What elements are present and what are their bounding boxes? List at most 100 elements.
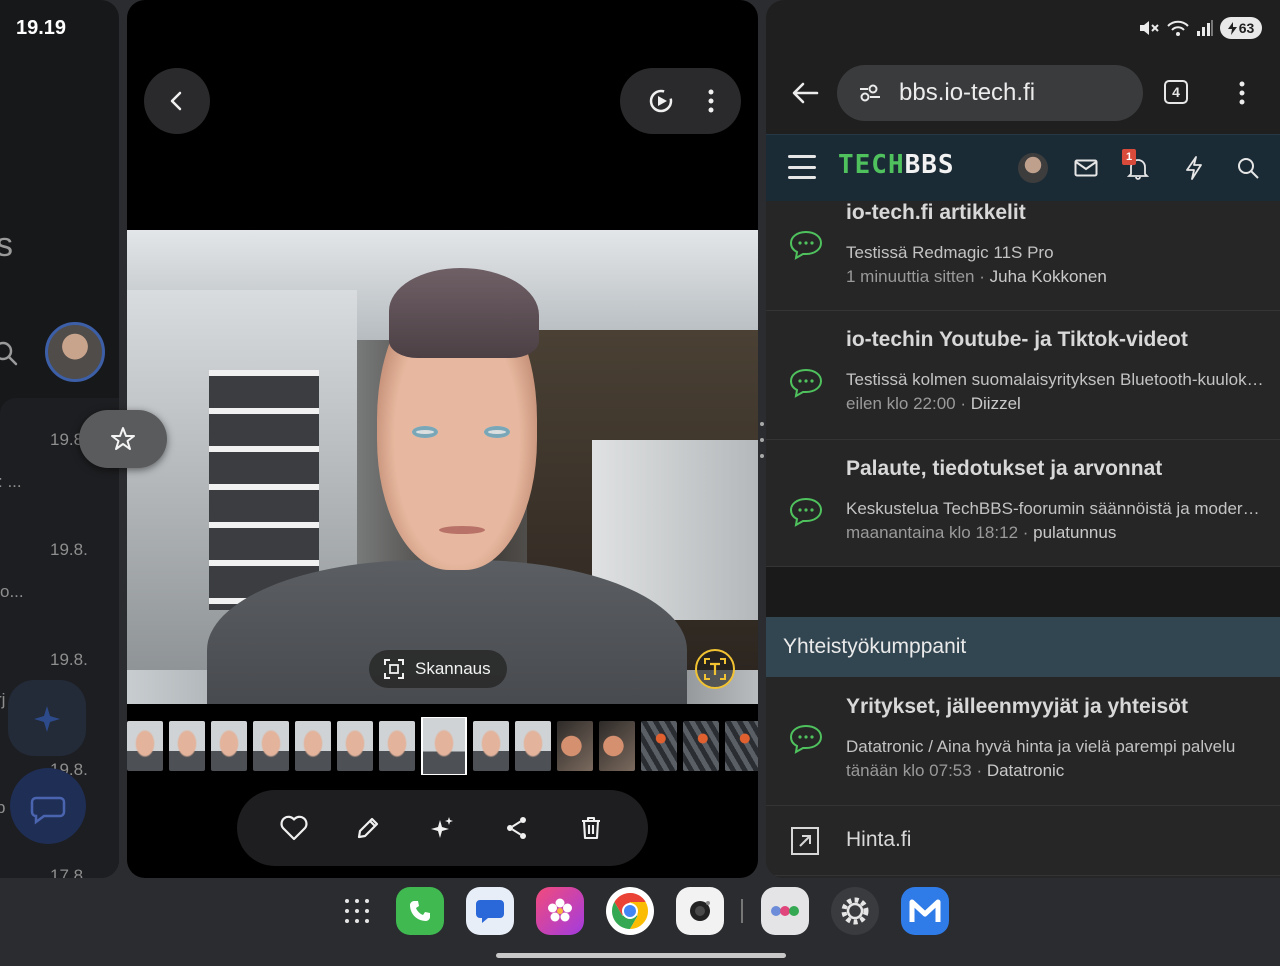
- photo-thumbnail[interactable]: [211, 721, 247, 771]
- external-link-icon: [791, 827, 819, 855]
- text-recognition-button[interactable]: [695, 649, 735, 689]
- status-time: 19.19: [16, 17, 67, 39]
- camera-app-icon[interactable]: [676, 887, 724, 935]
- forum-latest-thread[interactable]: Datatronic / Aina hyvä hinta ja vielä pa…: [846, 737, 1264, 757]
- app-drawer-icon[interactable]: [345, 899, 371, 925]
- category-title[interactable]: Yhteistyökumppanit: [783, 635, 966, 659]
- photo-thumbnail[interactable]: [473, 721, 509, 771]
- photo-thumbnail[interactable]: [421, 717, 467, 775]
- list-date: 19.8.: [50, 650, 88, 669]
- forum-node[interactable]: Palaute, tiedotukset ja arvonnat Keskust…: [766, 440, 1280, 567]
- user-avatar[interactable]: [1018, 153, 1048, 183]
- split-view-handle[interactable]: [759, 422, 764, 458]
- photo-thumbnail[interactable]: [337, 721, 373, 771]
- forum-node[interactable]: io-tech.fi artikkelit Testissä Redmagic …: [766, 201, 1280, 311]
- compose-chat-button[interactable]: [10, 768, 86, 844]
- more-options-icon[interactable]: [707, 88, 715, 114]
- search-icon[interactable]: [0, 340, 18, 366]
- phone-app-icon[interactable]: [396, 887, 444, 935]
- chat-bubble-icon: [789, 230, 823, 260]
- ai-edit-button[interactable]: [422, 808, 462, 848]
- text-recognition-icon: [704, 658, 726, 680]
- favorite-floating-button[interactable]: [79, 410, 167, 468]
- forum-latest-thread[interactable]: Keskustelua TechBBS-foorumin säännöistä …: [846, 499, 1264, 519]
- thumbnail-strip[interactable]: [127, 717, 758, 775]
- forum-latest-thread[interactable]: Testissä Redmagic 11S Pro: [846, 243, 1264, 263]
- link-forum-row[interactable]: Hinta.fi: [766, 806, 1280, 876]
- tab-switcher-button[interactable]: 4: [1164, 80, 1188, 104]
- home-indicator[interactable]: [496, 953, 786, 958]
- photo-thumbnail[interactable]: [599, 721, 635, 771]
- scan-button[interactable]: Skannaus: [369, 650, 507, 688]
- forum-title[interactable]: Palaute, tiedotukset ja arvonnat: [846, 457, 1280, 481]
- dock-separator: [741, 899, 743, 923]
- photo-thumbnail[interactable]: [127, 721, 163, 771]
- edit-button[interactable]: [348, 808, 388, 848]
- edit-icon: [358, 817, 379, 839]
- list-date: 17.8.: [50, 866, 88, 878]
- charging-icon: [1227, 21, 1237, 35]
- forum-node[interactable]: io-techin Youtube- ja Tiktok-videot Test…: [766, 311, 1280, 440]
- back-button[interactable]: [144, 68, 210, 134]
- messages-app-icon[interactable]: [466, 887, 514, 935]
- forum-list: io-tech.fi artikkelit Testissä Redmagic …: [766, 201, 1280, 878]
- site-header: TECHBBS: [766, 134, 1280, 201]
- photo-thumbnail[interactable]: [683, 721, 719, 771]
- forum-latest-thread[interactable]: Testissä kolmen suomalaisyrityksen Bluet…: [846, 370, 1264, 390]
- photo-thumbnail[interactable]: [253, 721, 289, 771]
- photo-top-actions: [620, 68, 741, 134]
- photo-thumbnail[interactable]: [295, 721, 331, 771]
- gemini-button[interactable]: [8, 680, 86, 756]
- list-snippet: o...: [0, 582, 24, 601]
- delete-button[interactable]: [571, 808, 611, 848]
- browser-back-button[interactable]: [786, 74, 824, 112]
- photo-thumbnail[interactable]: [169, 721, 205, 771]
- forum-title[interactable]: Yritykset, jälleenmyyjät ja yhteisöt: [846, 695, 1280, 719]
- address-bar[interactable]: bbs.io-tech.fi: [837, 65, 1143, 121]
- forum-title[interactable]: io-techin Youtube- ja Tiktok-videot: [846, 328, 1280, 352]
- battery-level: 63: [1238, 20, 1255, 36]
- url-text: bbs.io-tech.fi: [899, 79, 1036, 106]
- forum-latest-author[interactable]: Diizzel: [971, 394, 1021, 413]
- search-icon[interactable]: [1234, 154, 1262, 182]
- photo-thumbnail[interactable]: [641, 721, 677, 771]
- bolt-icon[interactable]: [1180, 154, 1208, 182]
- scan-icon: [384, 659, 404, 679]
- list-snippet: rj: [0, 690, 6, 709]
- settings-app-icon[interactable]: [831, 887, 879, 935]
- forum-latest-time: tänään klo 07:53: [846, 761, 972, 780]
- chat-bubble-icon: [789, 497, 823, 527]
- forum-latest-author[interactable]: Juha Kokkonen: [990, 267, 1107, 286]
- gallery-app-icon[interactable]: [536, 887, 584, 935]
- hamburger-menu-icon[interactable]: [788, 155, 816, 179]
- photo-image[interactable]: Skannaus: [127, 230, 758, 704]
- forum-latest-author[interactable]: Datatronic: [987, 761, 1064, 780]
- photo-thumbnail[interactable]: [515, 721, 551, 771]
- share-button[interactable]: [497, 808, 537, 848]
- forum-title[interactable]: io-tech.fi artikkelit: [846, 201, 1280, 225]
- favorite-button[interactable]: [274, 808, 314, 848]
- mail-app-icon[interactable]: [901, 887, 949, 935]
- avatar[interactable]: [45, 322, 105, 382]
- browser-menu-button[interactable]: [1230, 76, 1254, 110]
- motion-photo-icon[interactable]: [646, 86, 676, 116]
- link-forum-title[interactable]: Hinta.fi: [846, 828, 911, 852]
- photo-thumbnail[interactable]: [557, 721, 593, 771]
- left-partial-heading: s: [0, 226, 13, 264]
- photo-thumbnail[interactable]: [379, 721, 415, 771]
- photo-thumbnail[interactable]: [725, 721, 758, 771]
- mute-icon: [1140, 21, 1159, 35]
- inbox-icon[interactable]: [1072, 154, 1100, 182]
- chat-bubble-icon: [789, 724, 823, 754]
- status-icons: 63: [1138, 17, 1262, 39]
- site-logo[interactable]: TECHBBS: [838, 150, 955, 180]
- forum-latest-author[interactable]: pulatunnus: [1033, 523, 1116, 542]
- taskbar: [0, 878, 1280, 966]
- forum-latest-time: eilen klo 22:00: [846, 394, 956, 413]
- site-settings-icon[interactable]: [859, 83, 881, 103]
- list-snippet: : ...: [0, 472, 22, 491]
- forum-node[interactable]: Yritykset, jälleenmyyjät ja yhteisöt Dat…: [766, 677, 1280, 806]
- app-folder-icon[interactable]: [761, 887, 809, 935]
- category-header[interactable]: Yhteistyökumppanit: [766, 617, 1280, 677]
- chrome-app-icon[interactable]: [606, 887, 654, 935]
